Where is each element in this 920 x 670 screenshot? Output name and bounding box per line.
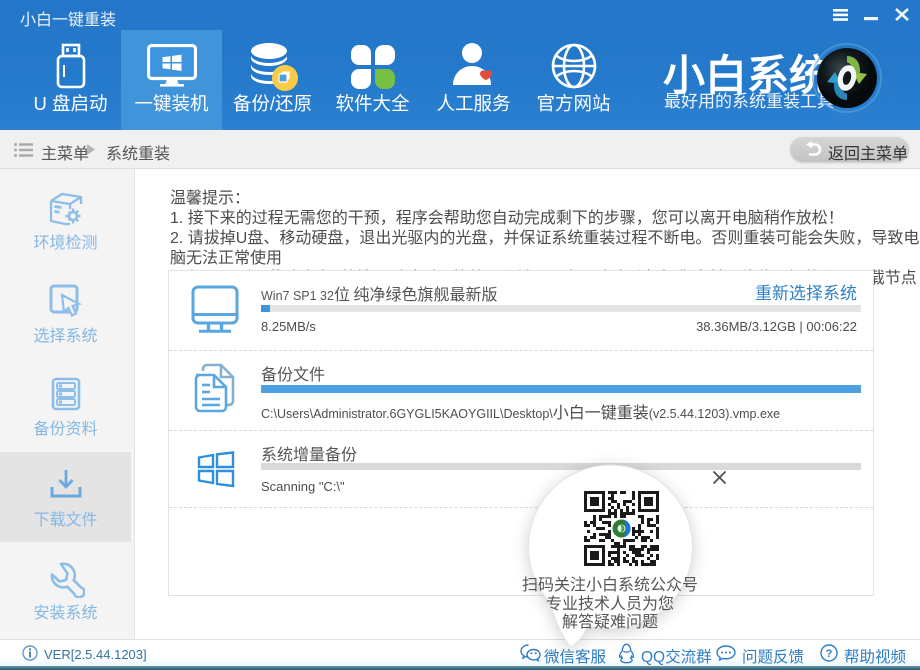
svg-text:?: ? — [826, 648, 833, 660]
